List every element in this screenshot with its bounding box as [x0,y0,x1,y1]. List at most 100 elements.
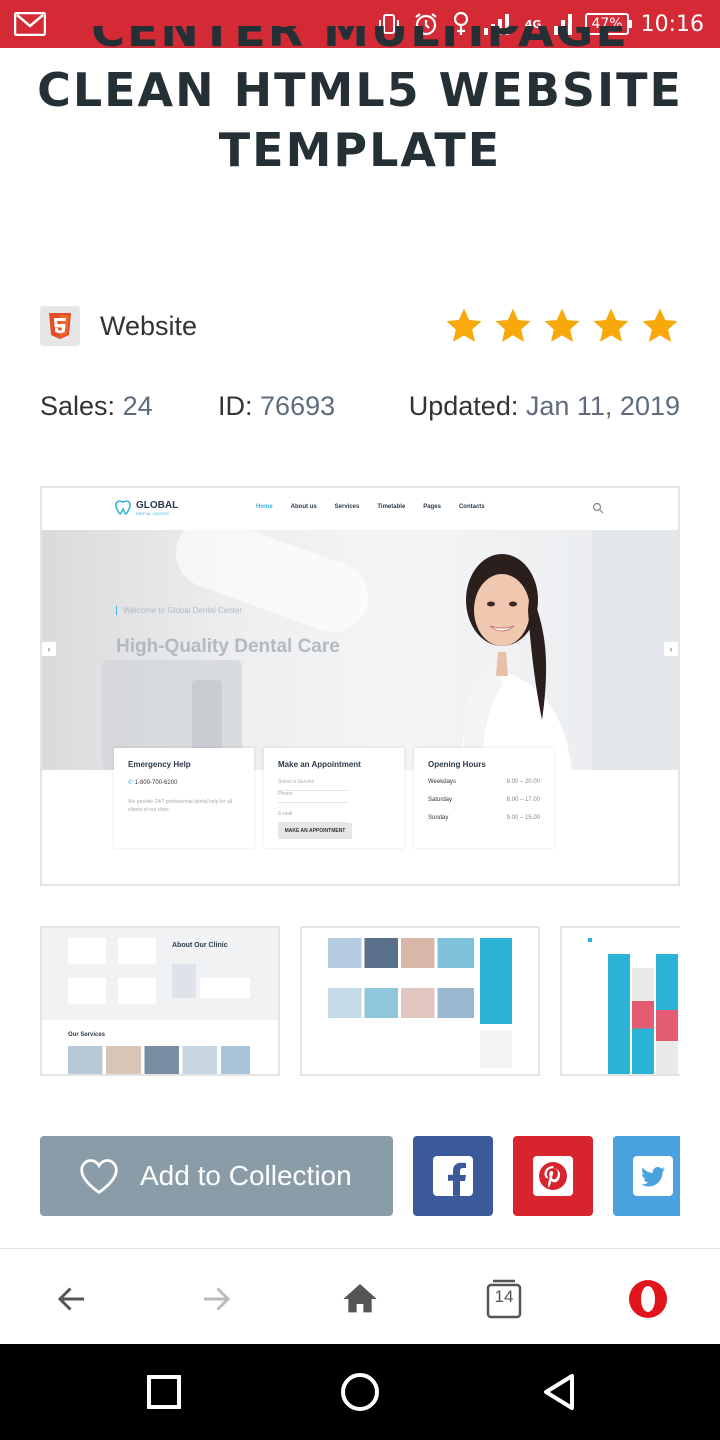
phone-icon: ✆ [128,780,134,786]
triangle-back-icon [544,1374,574,1410]
preview-hero: Welcome to Global Dental Center High-Qua… [42,530,678,770]
card-title: Opening Hours [428,760,486,769]
thumb-quote [200,978,250,998]
home-button[interactable] [336,1275,384,1323]
star-icon [642,308,678,342]
thumb-heading: About Our Clinic [172,942,228,949]
system-navigation-bar [0,1344,720,1440]
thumb-feature-box [68,938,106,964]
system-home-button[interactable] [336,1368,384,1416]
tooth-icon [115,500,131,515]
preview-headline: High-Quality Dental Care [116,636,340,657]
updated-stat: Updated: Jan 11, 2019 [409,388,680,424]
hours-time: 8.00 – 17.00 [506,797,540,803]
preview-card-emergency: Emergency Help ✆ 1-800-700-6200 We provi… [114,748,254,848]
id-label: ID: [218,391,253,421]
thumbnail-2[interactable] [300,926,540,1076]
tabs-count: 14 [494,1287,514,1306]
heart-icon [80,1159,118,1195]
thumb-timetable-column [656,954,678,1074]
id-value: 76693 [260,391,336,421]
card-text: We provide 24/7 professional dental help… [128,799,233,813]
product-title: CENTER MULTIPAGE CLEAN HTML5 WEBSITE TEM… [0,26,720,216]
thumb-timetable-column [608,954,630,1074]
star-icon [544,308,580,342]
updated-label: Updated: [408,391,519,421]
hours-day: Sunday [428,815,449,821]
home-icon [343,1284,377,1313]
preview-menu-item: Timetable [377,504,406,510]
opera-menu-button[interactable] [624,1275,672,1323]
thumb-doctor-photo [172,964,196,998]
sales-label: Sales: [40,391,116,421]
thumb-services-images [68,1046,250,1074]
system-back-button[interactable] [536,1368,584,1416]
opera-icon [629,1280,667,1318]
browser-toolbar: 14 [0,1248,720,1344]
hours-time: 9.00 – 15.00 [506,815,540,821]
arrow-right-icon [204,1287,231,1311]
preview-navbar: GLOBAL DENTAL CENTER Home About us Servic… [42,488,678,530]
hours-day: Saturday [428,797,453,803]
id-stat: ID: 76693 [218,388,335,424]
hours-day: Weekdays [428,779,456,785]
preview-card-appointment: Make an Appointment Select a ServicePhon… [264,748,404,848]
star-icon [495,308,531,342]
search-icon [592,502,604,514]
back-button[interactable] [48,1275,96,1323]
add-to-collection-button[interactable]: Add to Collection [40,1136,393,1216]
preview-menu-item: Pages [423,504,441,510]
card-title: Emergency Help [128,760,191,769]
thumb-feature-box [118,938,156,964]
star-icon [446,308,482,342]
preview-thumbnails: About Our Clinic Our Services [40,926,680,1076]
square-icon [147,1375,181,1409]
facebook-icon [433,1156,473,1196]
thumb-timetable-column [632,968,654,1074]
twitter-share-clip [613,1136,680,1216]
arrow-left-icon [57,1287,84,1311]
preview-menu: Home About us Services Timetable Pages C… [256,504,485,510]
pinterest-share-button[interactable] [513,1136,593,1216]
title-line-3: TEMPLATE [218,123,502,177]
thumb-gallery-row [328,938,474,968]
preview-menu-item: Services [334,504,360,510]
thumbnail-1[interactable]: About Our Clinic Our Services [40,926,280,1076]
thumb-gallery-row [328,988,474,1018]
forward-button[interactable] [192,1275,240,1323]
card-title: Make an Appointment [278,760,361,769]
preview-menu-item: Home [256,504,273,510]
sales-stat: Sales: 24 [40,388,153,424]
star-icon [593,308,629,342]
card-button: MAKE AN APPOINTMENT [278,823,352,839]
sales-value: 24 [122,391,153,421]
circle-icon [341,1373,379,1411]
template-preview[interactable]: GLOBAL DENTAL CENTER Home About us Servic… [40,486,680,886]
product-category[interactable]: Website [100,308,197,344]
preview-logo: GLOBAL DENTAL CENTER [114,500,178,516]
twitter-share-button[interactable] [613,1136,680,1216]
tabs-button[interactable]: 14 [480,1275,528,1323]
card-phone-field: Phone [278,791,348,803]
recents-button[interactable] [140,1368,188,1416]
thumb-services-heading: Our Services [68,1032,106,1038]
preview-menu-item: Contacts [458,504,485,510]
twitter-icon [633,1156,673,1196]
card-phone: ✆ 1-800-700-6200 [128,779,240,786]
card-phone-number: 1-800-700-6200 [134,780,178,786]
thumb-feature-box [118,978,156,1004]
thumbnail-3[interactable] [560,926,680,1076]
card-email-field: E-mail [278,811,348,823]
preview-cards: Emergency Help ✆ 1-800-700-6200 We provi… [114,748,554,848]
facebook-share-button[interactable] [413,1136,493,1216]
hours-time: 8.00 – 20.00 [506,779,540,785]
chevron-left-icon: ‹ [42,642,56,656]
thumb-sidebar [480,938,512,1024]
card-select: Select a Service [278,779,348,791]
rating-stars [444,306,680,346]
preview-logo-sub: DENTAL CENTER [136,511,169,516]
hero-blur-shape [166,530,378,643]
preview-logo-text: GLOBAL [136,500,179,511]
thumb-feature-box [68,978,106,1004]
chevron-right-icon: › [664,642,678,656]
